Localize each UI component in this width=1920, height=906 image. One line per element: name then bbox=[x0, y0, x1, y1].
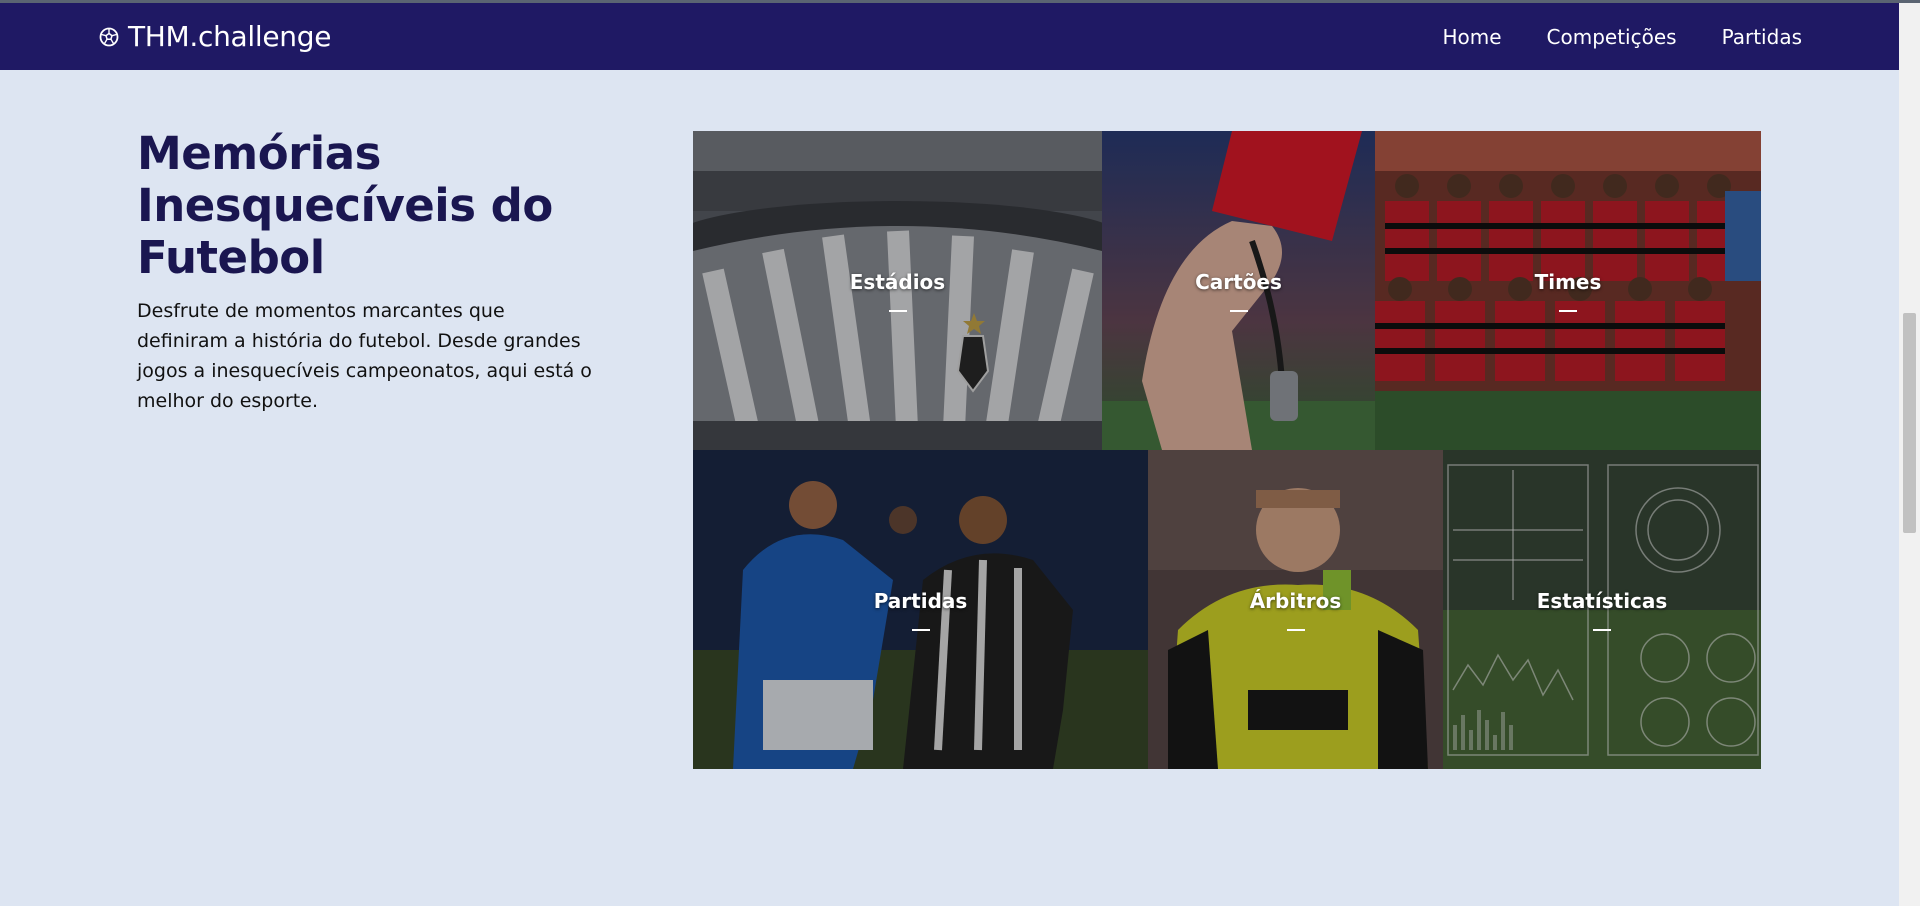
tile-times[interactable]: Times bbox=[1375, 131, 1761, 450]
tile-underline bbox=[1229, 309, 1248, 312]
tile-underline bbox=[1593, 628, 1611, 631]
category-gallery: Estádios Cartões Times Partidas Árbitros… bbox=[693, 131, 1761, 769]
tile-estadios[interactable]: Estádios bbox=[693, 131, 1102, 450]
nav-link-home[interactable]: Home bbox=[1442, 25, 1501, 49]
tile-underline bbox=[911, 628, 930, 631]
tile-label: Cartões bbox=[1195, 269, 1282, 294]
hero-section: Memórias Inesquecíveis do Futebol Desfru… bbox=[137, 128, 597, 416]
tile-label: Árbitros bbox=[1249, 588, 1342, 613]
navbar: THM.challenge Home Competições Partidas bbox=[0, 3, 1899, 70]
main-nav: Home Competições Partidas bbox=[1442, 3, 1802, 70]
tile-partidas[interactable]: Partidas bbox=[693, 450, 1148, 769]
tile-cartoes[interactable]: Cartões bbox=[1102, 131, 1375, 450]
tile-underline bbox=[1286, 628, 1305, 631]
hero-title: Memórias Inesquecíveis do Futebol bbox=[137, 127, 553, 284]
soccer-ball-icon bbox=[98, 26, 120, 48]
tile-label: Partidas bbox=[873, 588, 968, 613]
brand-logo[interactable]: THM.challenge bbox=[98, 3, 331, 70]
brand-name: THM.challenge bbox=[128, 20, 332, 53]
page-scrollbar[interactable] bbox=[1899, 3, 1920, 906]
tile-label: Times bbox=[1534, 269, 1602, 294]
tile-underline bbox=[888, 309, 907, 312]
tile-underline bbox=[1559, 309, 1577, 312]
tile-label: Estádios bbox=[849, 269, 946, 294]
nav-link-partidas[interactable]: Partidas bbox=[1722, 25, 1802, 49]
tile-arbitros[interactable]: Árbitros bbox=[1148, 450, 1443, 769]
tile-estatisticas[interactable]: Estatísticas bbox=[1443, 450, 1761, 769]
nav-link-competicoes[interactable]: Competições bbox=[1547, 25, 1677, 49]
tile-label: Estatísticas bbox=[1536, 588, 1668, 613]
scrollbar-thumb[interactable] bbox=[1903, 313, 1916, 533]
hero-description: Desfrute de momentos marcantes que defin… bbox=[137, 300, 592, 412]
